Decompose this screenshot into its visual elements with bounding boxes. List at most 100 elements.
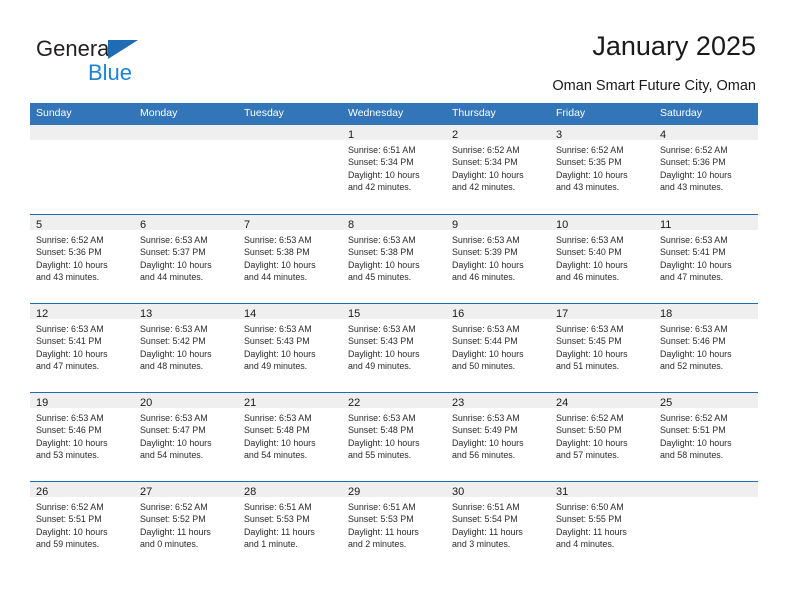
day-detail-line: Sunset: 5:52 PM	[140, 514, 206, 525]
day-number: 22	[348, 397, 361, 409]
calendar-day-cell[interactable]: 24 Sunrise: 6:52 AM Sunset: 5:50 PM Dayligh…	[550, 393, 654, 481]
calendar-week-row: 1 Sunrise: 6:51 AM Sunset: 5:34 PM Daylight…	[30, 125, 758, 214]
weekday-header-saturday: Saturday	[660, 107, 703, 119]
day-number-band	[238, 125, 342, 140]
calendar-day-cell[interactable]: 16 Sunrise: 6:53 AM Sunset: 5:44 PM Dayligh…	[446, 304, 550, 392]
calendar-day-cell[interactable]: 26 Sunrise: 6:52 AM Sunset: 5:51 PM Dayligh…	[30, 482, 134, 570]
calendar-day-cell[interactable]: 25 Sunrise: 6:52 AM Sunset: 5:51 PM Dayligh…	[654, 393, 758, 481]
day-detail-line: and 59 minutes.	[36, 539, 100, 550]
day-detail-line: Daylight: 11 hours	[244, 526, 315, 537]
day-detail-line: Daylight: 10 hours	[348, 348, 420, 359]
day-detail-line: Sunrise: 6:52 AM	[452, 145, 520, 155]
calendar-day-cell[interactable]: 15 Sunrise: 6:53 AM Sunset: 5:43 PM Dayligh…	[342, 304, 446, 392]
calendar-day-cell[interactable]: 22 Sunrise: 6:53 AM Sunset: 5:48 PM Dayligh…	[342, 393, 446, 481]
day-detail-line: Daylight: 10 hours	[140, 259, 212, 270]
calendar-day-cell[interactable]: 10 Sunrise: 6:53 AM Sunset: 5:40 PM Dayligh…	[550, 215, 654, 303]
day-detail-line: Daylight: 10 hours	[660, 348, 732, 359]
day-detail-line: Sunset: 5:46 PM	[660, 336, 726, 347]
calendar-day-cell[interactable]: 21 Sunrise: 6:53 AM Sunset: 5:48 PM Dayligh…	[238, 393, 342, 481]
day-number-band: 17	[550, 304, 654, 320]
day-detail-line: and 43 minutes.	[36, 272, 100, 283]
day-details: Sunrise: 6:53 AM Sunset: 5:43 PM Daylight:…	[238, 319, 342, 373]
day-detail-line: and 1 minute.	[244, 539, 298, 550]
day-number: 7	[244, 219, 251, 231]
general-blue-logo[interactable]: General Blue	[36, 36, 206, 88]
calendar-day-cell[interactable]: 31 Sunrise: 6:50 AM Sunset: 5:55 PM Dayligh…	[550, 482, 654, 570]
day-detail-line: Daylight: 10 hours	[556, 348, 628, 359]
day-number-band	[654, 482, 758, 497]
calendar-day-cell[interactable]: 14 Sunrise: 6:53 AM Sunset: 5:43 PM Dayligh…	[238, 304, 342, 392]
day-number-band: 6	[134, 215, 238, 231]
day-details: Sunrise: 6:51 AM Sunset: 5:54 PM Daylight:…	[446, 497, 550, 551]
logo-triangle-icon	[108, 40, 138, 59]
day-detail-line: and 50 minutes.	[452, 361, 516, 372]
day-detail-line: and 52 minutes.	[660, 361, 724, 372]
day-detail-line: Daylight: 10 hours	[452, 169, 524, 180]
day-number: 2	[452, 129, 459, 141]
day-detail-line: Sunset: 5:36 PM	[660, 157, 726, 168]
calendar-day-cell[interactable]: 4 Sunrise: 6:52 AM Sunset: 5:36 PM Daylight…	[654, 125, 758, 214]
day-number-band: 16	[446, 304, 550, 320]
day-number-band: 26	[30, 482, 134, 498]
day-number-band: 13	[134, 304, 238, 320]
day-details: Sunrise: 6:53 AM Sunset: 5:41 PM Daylight:…	[30, 319, 134, 373]
calendar-day-cell[interactable]: 23 Sunrise: 6:53 AM Sunset: 5:49 PM Dayligh…	[446, 393, 550, 481]
calendar-day-cell[interactable]: 9 Sunrise: 6:53 AM Sunset: 5:39 PM Daylight…	[446, 215, 550, 303]
calendar-day-cell[interactable]: 8 Sunrise: 6:53 AM Sunset: 5:38 PM Daylight…	[342, 215, 446, 303]
day-detail-line: Daylight: 10 hours	[348, 259, 420, 270]
day-number: 4	[660, 129, 667, 141]
calendar-day-cell[interactable]: 12 Sunrise: 6:53 AM Sunset: 5:41 PM Dayligh…	[30, 304, 134, 392]
calendar-day-cell[interactable]: 30 Sunrise: 6:51 AM Sunset: 5:54 PM Dayligh…	[446, 482, 550, 570]
logo-text-general: General	[36, 36, 115, 61]
day-detail-line: Sunrise: 6:53 AM	[140, 324, 208, 334]
day-number: 10	[556, 219, 569, 231]
calendar-day-cell-empty	[654, 482, 758, 570]
day-number-band: 30	[446, 482, 550, 498]
day-detail-line: Sunset: 5:44 PM	[452, 336, 518, 347]
day-detail-line: and 56 minutes.	[452, 450, 516, 461]
calendar-day-cell[interactable]: 27 Sunrise: 6:52 AM Sunset: 5:52 PM Dayligh…	[134, 482, 238, 570]
calendar-day-cell[interactable]: 18 Sunrise: 6:53 AM Sunset: 5:46 PM Dayligh…	[654, 304, 758, 392]
day-detail-line: Sunset: 5:51 PM	[36, 514, 102, 525]
day-number: 27	[140, 486, 153, 498]
day-detail-line: and 49 minutes.	[244, 361, 308, 372]
day-details: Sunrise: 6:52 AM Sunset: 5:36 PM Daylight:…	[654, 140, 758, 194]
calendar-day-cell[interactable]: 17 Sunrise: 6:53 AM Sunset: 5:45 PM Dayligh…	[550, 304, 654, 392]
day-details: Sunrise: 6:52 AM Sunset: 5:52 PM Daylight:…	[134, 497, 238, 551]
calendar-day-cell[interactable]: 7 Sunrise: 6:53 AM Sunset: 5:38 PM Daylight…	[238, 215, 342, 303]
day-detail-line: Daylight: 11 hours	[140, 526, 211, 537]
day-detail-line: Sunrise: 6:53 AM	[348, 235, 416, 245]
calendar-day-cell[interactable]: 13 Sunrise: 6:53 AM Sunset: 5:42 PM Dayligh…	[134, 304, 238, 392]
calendar-day-cell[interactable]: 11 Sunrise: 6:53 AM Sunset: 5:41 PM Dayligh…	[654, 215, 758, 303]
day-number-band: 14	[238, 304, 342, 320]
calendar-day-cell[interactable]: 28 Sunrise: 6:51 AM Sunset: 5:53 PM Dayligh…	[238, 482, 342, 570]
day-detail-line: Sunset: 5:48 PM	[244, 425, 310, 436]
calendar-day-cell[interactable]: 20 Sunrise: 6:53 AM Sunset: 5:47 PM Dayligh…	[134, 393, 238, 481]
day-number: 18	[660, 308, 673, 320]
day-detail-line: Sunset: 5:47 PM	[140, 425, 206, 436]
day-detail-line: Sunrise: 6:52 AM	[660, 413, 728, 423]
day-number: 31	[556, 486, 569, 498]
day-detail-line: and 58 minutes.	[660, 450, 724, 461]
calendar-day-cell[interactable]: 2 Sunrise: 6:52 AM Sunset: 5:34 PM Daylight…	[446, 125, 550, 214]
day-details: Sunrise: 6:52 AM Sunset: 5:51 PM Daylight:…	[654, 408, 758, 462]
day-detail-line: Sunrise: 6:53 AM	[140, 235, 208, 245]
calendar-day-cell[interactable]: 29 Sunrise: 6:51 AM Sunset: 5:53 PM Dayligh…	[342, 482, 446, 570]
day-number: 30	[452, 486, 465, 498]
weekday-header-row: Sunday Monday Tuesday Wednesday Thursday Frid…	[30, 103, 758, 125]
calendar-day-cell[interactable]: 1 Sunrise: 6:51 AM Sunset: 5:34 PM Daylight…	[342, 125, 446, 214]
day-number-band: 3	[550, 125, 654, 141]
calendar-day-cell[interactable]: 3 Sunrise: 6:52 AM Sunset: 5:35 PM Daylight…	[550, 125, 654, 214]
calendar-day-cell[interactable]: 5 Sunrise: 6:52 AM Sunset: 5:36 PM Daylight…	[30, 215, 134, 303]
day-number-band: 2	[446, 125, 550, 141]
day-number-band: 8	[342, 215, 446, 231]
day-detail-line: Daylight: 10 hours	[556, 437, 628, 448]
day-detail-line: Daylight: 10 hours	[36, 348, 108, 359]
day-details: Sunrise: 6:53 AM Sunset: 5:49 PM Daylight:…	[446, 408, 550, 462]
day-detail-line: Sunrise: 6:50 AM	[556, 502, 624, 512]
day-detail-line: Sunset: 5:46 PM	[36, 425, 102, 436]
day-detail-line: Sunset: 5:54 PM	[452, 514, 518, 525]
calendar-day-cell[interactable]: 6 Sunrise: 6:53 AM Sunset: 5:37 PM Daylight…	[134, 215, 238, 303]
calendar-day-cell[interactable]: 19 Sunrise: 6:53 AM Sunset: 5:46 PM Dayligh…	[30, 393, 134, 481]
day-detail-line: and 44 minutes.	[140, 272, 204, 283]
